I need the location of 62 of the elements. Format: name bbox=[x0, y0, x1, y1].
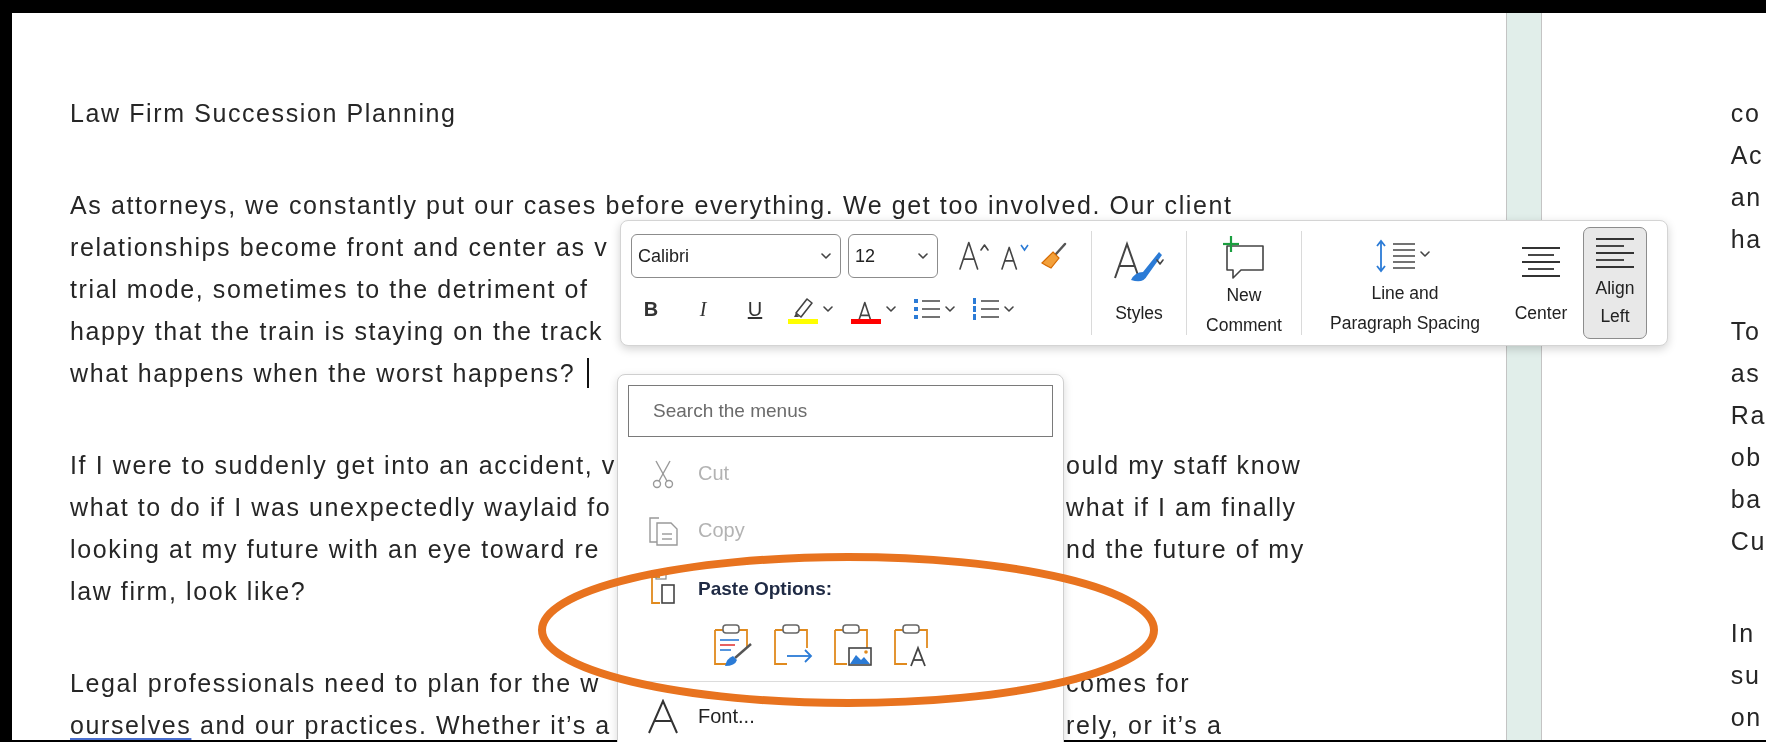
text-line: ourselves and our practices. Whether it’s a bbox=[70, 710, 611, 740]
clipboard-icon bbox=[648, 573, 678, 605]
text-line: As attorneys, we constantly put our cases before everything. We get too involved. Our client bbox=[70, 190, 1233, 221]
text-line: Cu bbox=[1730, 527, 1766, 555]
text-line: su bbox=[1730, 661, 1761, 689]
chevron-icon[interactable] bbox=[820, 252, 832, 260]
chevron-icon[interactable] bbox=[917, 252, 929, 260]
numbered-list-icon[interactable] bbox=[972, 296, 1000, 322]
underline-button[interactable]: U bbox=[735, 292, 775, 326]
clipboard-arrow-icon[interactable] bbox=[771, 622, 813, 668]
text-line: rely, or it’s a bbox=[1066, 710, 1224, 740]
bold-button[interactable]: B bbox=[631, 292, 671, 326]
caret-icon[interactable] bbox=[1003, 305, 1015, 313]
letter-a-icon bbox=[646, 698, 680, 735]
caret-icon[interactable] bbox=[822, 305, 834, 313]
text-line: ha bbox=[1730, 225, 1762, 253]
italic-button[interactable]: I bbox=[683, 292, 723, 326]
text-line: ould my staff know bbox=[1066, 450, 1303, 481]
clipboard-brush-icon[interactable] bbox=[711, 622, 753, 668]
styles-button[interactable]: Styles bbox=[1097, 227, 1181, 339]
font-size-select[interactable]: 12 bbox=[848, 234, 938, 278]
font-select[interactable]: Calibri bbox=[631, 234, 841, 278]
caret-icon[interactable] bbox=[944, 305, 956, 313]
bullet-list-icon[interactable] bbox=[913, 296, 941, 322]
clipboard-picture-icon[interactable] bbox=[831, 622, 873, 668]
search-field[interactable]: Search the menus bbox=[628, 385, 1053, 437]
text-line: law firm, look like? bbox=[70, 576, 307, 607]
text-line: happy that the train is staying on the track bbox=[70, 316, 604, 347]
copy-icon bbox=[647, 514, 679, 547]
menu-item[interactable]: Font... bbox=[628, 688, 1053, 742]
text-line: To bbox=[1730, 317, 1761, 345]
caret-icon[interactable] bbox=[885, 305, 897, 313]
text-line: Legal professionals need to plan for the w bbox=[70, 668, 600, 699]
text-line: looking at my future with an eye toward re bbox=[70, 534, 600, 565]
align-left-icon bbox=[1594, 235, 1636, 269]
text-line: co bbox=[1730, 99, 1761, 127]
text-line: If I were to suddenly get into an accident, v bbox=[70, 450, 616, 481]
text-line: what if I am finally bbox=[1066, 492, 1298, 523]
comment-plus-icon bbox=[1221, 234, 1267, 280]
text-line: trial mode, sometimes to the detriment of bbox=[70, 274, 589, 305]
text-line: In bbox=[1730, 619, 1755, 647]
grow-font-icon[interactable] bbox=[957, 239, 991, 273]
text-line: Ac bbox=[1730, 141, 1764, 169]
text-line: Law Firm Succession Planning bbox=[70, 98, 457, 129]
text-line: an bbox=[1730, 183, 1762, 211]
text-line: ba bbox=[1730, 485, 1762, 513]
text-line: what happens when the worst happens? bbox=[70, 358, 576, 389]
scissors-icon bbox=[651, 458, 675, 489]
text-line: as bbox=[1730, 359, 1761, 387]
paintbrush-icon[interactable] bbox=[1039, 241, 1069, 271]
text-line: what to do if I was unexpectedly waylaid fo bbox=[70, 492, 612, 523]
center-button[interactable]: Center bbox=[1503, 227, 1579, 339]
text-line: on bbox=[1730, 703, 1762, 731]
text-line: nd the future of my bbox=[1066, 534, 1306, 565]
menu-section-label: Paste Options: bbox=[698, 578, 833, 600]
text-line: Ra bbox=[1730, 401, 1766, 429]
align-left-button[interactable]: Align Left bbox=[1583, 227, 1647, 339]
new-comment-button[interactable]: New Comment bbox=[1192, 227, 1296, 339]
align-center-icon bbox=[1520, 244, 1562, 278]
text-line: relationships become front and center as v bbox=[70, 232, 609, 263]
text-line: ob bbox=[1730, 443, 1762, 471]
line-spacing-button[interactable]: Line and Paragraph Spacing bbox=[1307, 227, 1503, 339]
